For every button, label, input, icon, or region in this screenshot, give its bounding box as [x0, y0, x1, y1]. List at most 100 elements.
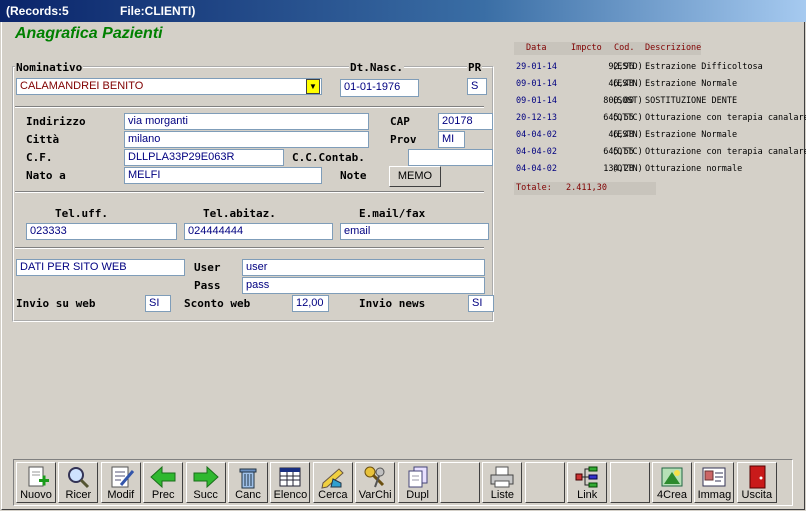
sito-web-field[interactable]: DATI PER SITO WEB — [16, 259, 185, 276]
row-date: 09-01-14 — [516, 96, 557, 106]
dt-nasc-field[interactable]: 01-01-1976 — [340, 79, 419, 97]
toolbar-button-elenco[interactable]: Elenco — [270, 462, 311, 503]
memo-button[interactable]: MEMO — [389, 166, 441, 187]
toolbar-button-liste[interactable]: Liste — [482, 462, 523, 503]
magnifier-icon — [64, 465, 92, 489]
toolbar-button-label: Uscita — [741, 489, 773, 501]
prov-label: Prov — [390, 133, 417, 146]
divider — [15, 106, 484, 108]
toolbar-button-uscita[interactable]: Uscita — [736, 462, 777, 503]
new-document-icon — [22, 465, 50, 489]
records-count: (Records:5 — [6, 4, 69, 18]
cf-field[interactable]: DLLPLA33P29E063R — [124, 149, 284, 166]
table-icon — [276, 465, 304, 489]
list-item[interactable]: 29-01-14 92,96 (ESTD) Estrazione Difficolto… — [514, 59, 804, 76]
user-field[interactable]: user — [242, 259, 485, 276]
totale-value: 2.411,30 — [566, 183, 607, 193]
edit-document-icon — [107, 465, 135, 489]
toolbar-button-link[interactable]: Link — [567, 462, 608, 503]
keys-icon — [361, 465, 389, 489]
row-cod: (OTTC) — [612, 147, 643, 157]
invio-news-field[interactable]: SI — [468, 295, 494, 312]
toolbar-button-label: Modif — [107, 489, 135, 501]
citta-field[interactable]: milano — [124, 131, 369, 148]
toolbar-button-dupl[interactable]: Dupl — [397, 462, 438, 503]
nominativo-combo[interactable]: CALAMANDREI BENITO — [16, 78, 322, 95]
row-date: 04-04-02 — [516, 164, 557, 174]
cap-field[interactable]: 20178 — [438, 113, 493, 130]
row-cod: (SOST) — [612, 96, 643, 106]
row-cod: (OTTN) — [612, 164, 643, 174]
toolbar-button-succ[interactable]: Succ — [185, 462, 226, 503]
list-header: Data Impcto Cod. Descrizione — [514, 42, 701, 55]
list-item[interactable]: 20-12-13 645,55 (OTTC) Otturazione con tera… — [514, 110, 806, 127]
arrow-left-icon — [149, 465, 177, 489]
row-desc: Estrazione Difficoltosa — [645, 62, 763, 72]
totale-row: Totale: 2.411,30 — [514, 182, 656, 195]
toolbar-button-prec[interactable]: Prec — [143, 462, 184, 503]
pass-field[interactable]: pass — [242, 277, 485, 294]
row-date: 20-12-13 — [516, 113, 557, 123]
tel-uff-label: Tel.uff. — [55, 207, 108, 220]
arrow-right-icon — [192, 465, 220, 489]
create-icon — [658, 465, 686, 489]
toolbar-button-label: Cerca — [318, 489, 348, 501]
toolbar-button-label: Link — [577, 489, 598, 501]
cc-contab-field[interactable] — [408, 149, 493, 166]
printer-icon — [488, 465, 516, 489]
pr-label: PR — [467, 61, 483, 74]
row-desc: Estrazione Normale — [645, 79, 738, 89]
citta-label: Città — [26, 133, 60, 146]
list-item[interactable]: 04-04-02 46,48 (ESTN) Estrazione Normale — [514, 127, 804, 144]
user-label: User — [194, 261, 221, 274]
invio-web-label: Invio su web — [16, 297, 96, 310]
pass-label: Pass — [194, 279, 221, 292]
toolbar-button-label: Prec — [151, 489, 175, 501]
toolbar-button-cerca[interactable]: Cerca — [312, 462, 353, 503]
file-name: File:CLIENTI) — [120, 4, 196, 18]
row-desc: SOSTITUZIONE DENTE — [645, 96, 738, 106]
duplicate-icon — [404, 465, 432, 489]
toolbar-button-4crea[interactable]: 4Crea — [652, 462, 692, 503]
row-date: 04-04-02 — [516, 147, 557, 157]
tel-uff-field[interactable]: 023333 — [26, 223, 177, 240]
chevron-down-icon[interactable]: ▼ — [306, 79, 320, 94]
toolbar-button-label: Elenco — [273, 489, 308, 501]
toolbar-button-canc[interactable]: Canc — [228, 462, 268, 503]
divider — [15, 247, 484, 249]
toolbar-button-varchi[interactable]: VarChi — [355, 462, 396, 503]
nato-a-field[interactable]: MELFI — [124, 167, 322, 184]
cf-label: C.F. — [26, 151, 53, 164]
toolbar-button-modif[interactable]: Modif — [100, 462, 141, 503]
sconto-web-field[interactable]: 12,00 — [292, 295, 329, 312]
toolbar-button-immag[interactable]: Immag — [694, 462, 735, 503]
indirizzo-field[interactable]: via morganti — [124, 113, 369, 130]
trash-icon — [234, 465, 262, 489]
totale-label: Totale: — [516, 183, 552, 193]
list-item[interactable]: 09-01-14 800,00 (SOST) SOSTITUZIONE DENTE — [514, 93, 804, 110]
search-pencil-icon — [319, 465, 347, 489]
bottom-toolbar: Nuovo Ricer Modif Prec Succ Canc Elenco Cerca Va… — [13, 459, 793, 506]
toolbar-button-ricer[interactable]: Ricer — [58, 462, 99, 503]
pr-field[interactable]: S — [467, 78, 487, 95]
list-item[interactable]: 04-04-02 645,55 (OTTC) Otturazione con tera… — [514, 144, 806, 161]
cc-contab-label: C.C.Contab. — [292, 151, 365, 164]
sconto-web-label: Sconto web — [184, 297, 251, 310]
list-item[interactable]: 04-04-02 134,28 (OTTN) Otturazione normale — [514, 161, 804, 178]
desc-column-header: Descrizione — [645, 43, 702, 53]
email-field[interactable]: email — [340, 223, 489, 240]
toolbar-button-label: Succ — [193, 489, 218, 501]
row-cod: (ESTD) — [612, 62, 643, 72]
list-item[interactable]: 09-01-14 46,48 (ESTN) Estrazione Normale — [514, 76, 804, 93]
toolbar-button-nuovo[interactable]: Nuovo — [16, 462, 56, 503]
tel-abitaz-field[interactable]: 024444444 — [184, 223, 333, 240]
toolbar-button-label: Dupl — [406, 489, 429, 501]
note-label: Note — [340, 169, 367, 182]
invio-news-label: Invio news — [359, 297, 426, 310]
toolbar-button-label: Nuovo — [20, 489, 52, 501]
invio-web-field[interactable]: SI — [145, 295, 171, 312]
prov-field[interactable]: MI — [438, 131, 465, 148]
toolbar-button-label: Liste — [490, 489, 515, 501]
toolbar-button-label: Ricer — [65, 489, 92, 501]
toolbar-button-empty — [524, 462, 565, 503]
